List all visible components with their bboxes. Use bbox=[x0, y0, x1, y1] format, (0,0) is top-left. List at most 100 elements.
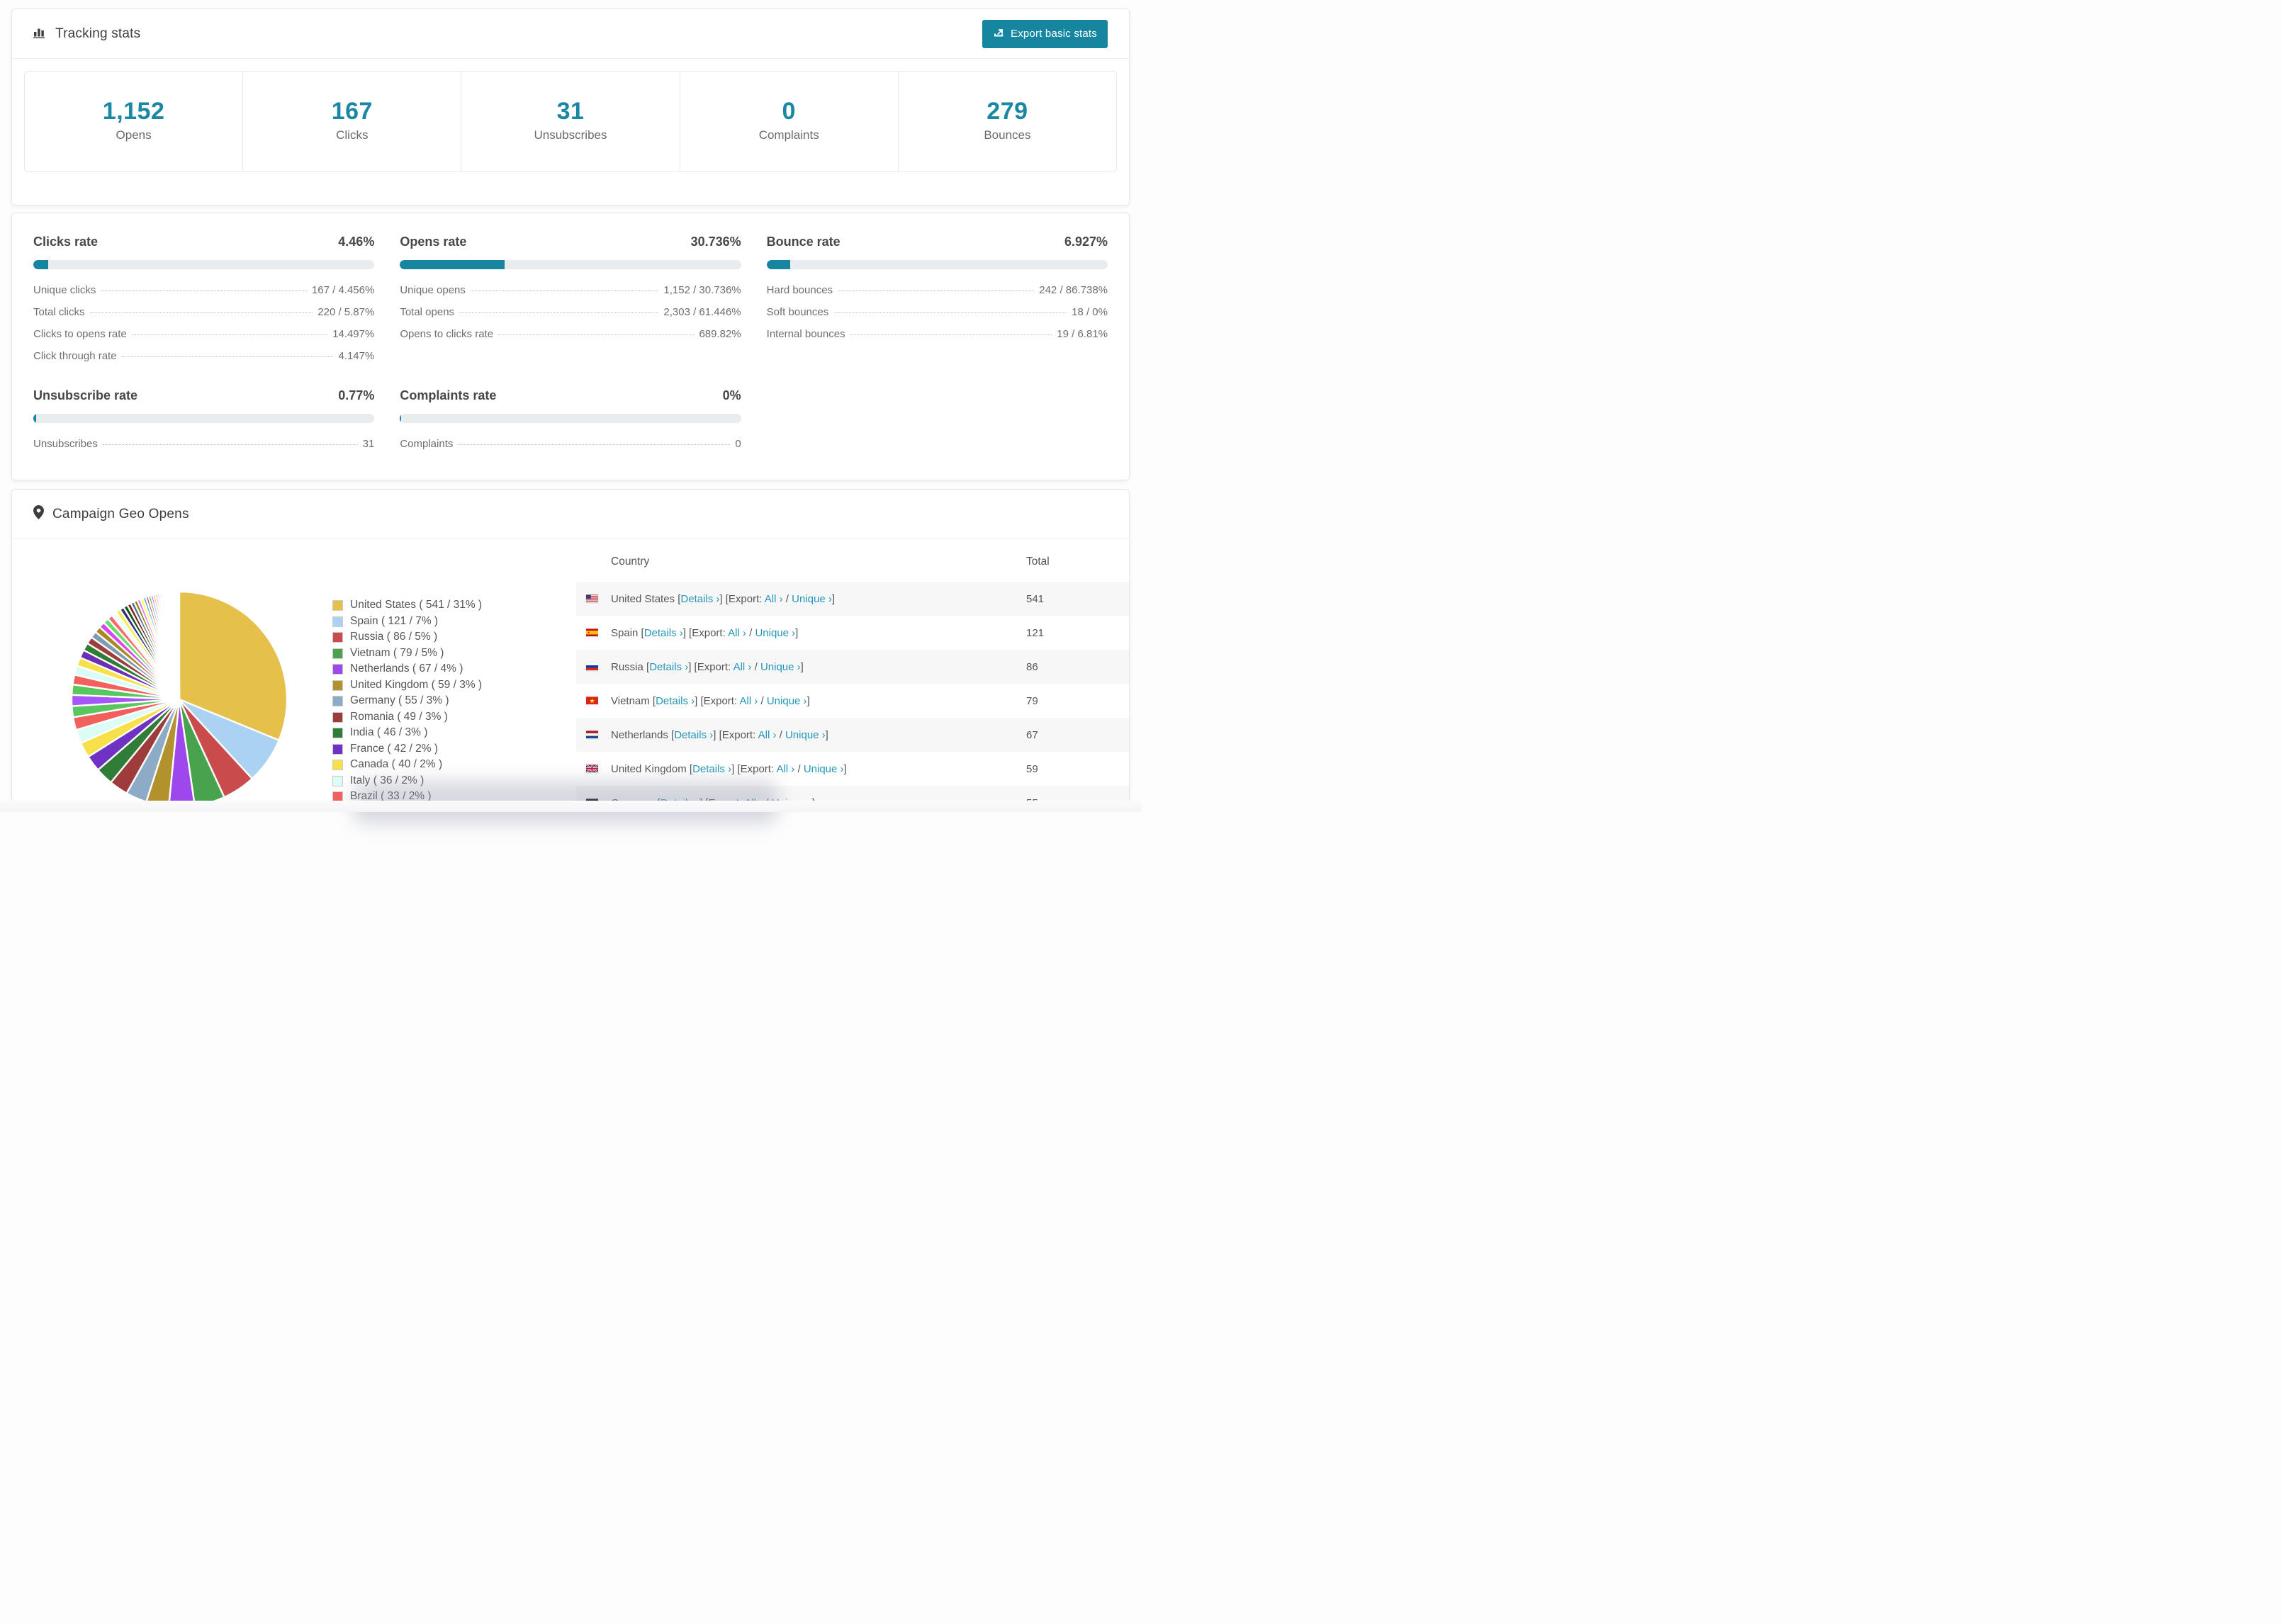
rate-value: 0.77% bbox=[338, 388, 375, 402]
page-title: Tracking stats bbox=[55, 26, 141, 41]
campaign-geo-opens-card: Campaign Geo Opens United States ( 541 /… bbox=[11, 489, 1130, 801]
details-link-gb[interactable]: Details › bbox=[692, 763, 731, 775]
export-unique-link-ru[interactable]: Unique › bbox=[760, 661, 801, 673]
rate-progress-bar bbox=[766, 260, 1108, 269]
legend-label: France ( 42 / 2% ) bbox=[350, 742, 439, 755]
legend-swatch bbox=[332, 728, 343, 738]
country-cell-text: Russia [Details ›] [Export: All › / Uniq… bbox=[611, 660, 804, 673]
rate-row-value: 4.147% bbox=[338, 350, 375, 362]
rate-row-value: 14.497% bbox=[332, 328, 375, 340]
rate-progress-bar bbox=[400, 260, 741, 269]
legend-label: United States ( 541 / 31% ) bbox=[350, 599, 483, 611]
stat-box-complaints: 0 Complaints bbox=[679, 72, 898, 171]
export-icon bbox=[993, 27, 1004, 41]
rate-detail-row: Click through rate 4.147% bbox=[33, 350, 374, 363]
rate-progress-bar bbox=[33, 414, 375, 423]
legend-item-canada: Canada ( 40 / 2% ) bbox=[332, 759, 482, 770]
legend-label: Germany ( 55 / 3% ) bbox=[350, 694, 449, 706]
rate-detail-row: Total opens 2,303 / 61.446% bbox=[400, 306, 741, 319]
rate-row-label: Click through rate bbox=[33, 350, 117, 362]
legend-swatch bbox=[332, 791, 343, 801]
legend-item-italy: Italy ( 36 / 2% ) bbox=[332, 774, 482, 786]
stat-value: 1,152 bbox=[102, 98, 165, 125]
rate-detail-row: Total clicks 220 / 5.87% bbox=[33, 306, 374, 319]
export-all-link-gb[interactable]: All › bbox=[776, 763, 794, 775]
pie-chart-svg bbox=[70, 590, 288, 801]
stat-box-bounces: 279 Bounces bbox=[897, 72, 1116, 171]
ru-flag-icon bbox=[586, 662, 598, 671]
rate-title: Complaints rate bbox=[400, 388, 497, 402]
vn-flag-icon bbox=[586, 697, 598, 705]
legend-label: United Kingdom ( 59 / 3% ) bbox=[350, 678, 483, 691]
export-basic-stats-button[interactable]: Export basic stats bbox=[982, 19, 1108, 48]
country-cell-text: United Kingdom [Details ›] [Export: All … bbox=[611, 762, 847, 775]
rates-card: Clicks rate 4.46% Unique clicks 167 / 4.… bbox=[11, 213, 1130, 480]
rate-progress-bar bbox=[400, 414, 741, 423]
rate-row-label: Clicks to opens rate bbox=[33, 328, 127, 340]
es-flag-icon bbox=[586, 628, 598, 637]
rate-row-label: Unique opens bbox=[400, 284, 466, 296]
export-unique-link-vn[interactable]: Unique › bbox=[767, 695, 807, 707]
table-row-netherlands: Netherlands [Details ›] [Export: All › /… bbox=[576, 718, 1129, 752]
country-cell-text: United States [Details ›] [Export: All ›… bbox=[611, 592, 836, 605]
export-unique-link-es[interactable]: Unique › bbox=[755, 627, 795, 639]
geo-pie-chart bbox=[69, 589, 290, 801]
gb-flag-icon bbox=[586, 765, 598, 773]
rate-row-value: 1,152 / 30.736% bbox=[663, 284, 741, 296]
country-cell-text: Spain [Details ›] [Export: All › / Uniqu… bbox=[611, 626, 799, 639]
legend-label: Russia ( 86 / 5% ) bbox=[350, 631, 438, 643]
export-all-link-es[interactable]: All › bbox=[728, 627, 746, 639]
export-unique-link-gb[interactable]: Unique › bbox=[804, 763, 844, 775]
rate-title: Opens rate bbox=[400, 235, 467, 249]
export-unique-link-us[interactable]: Unique › bbox=[792, 593, 832, 605]
us-flag-icon bbox=[586, 594, 598, 603]
rate-row-value: 689.82% bbox=[699, 328, 741, 340]
export-all-link-us[interactable]: All › bbox=[765, 593, 783, 605]
rate-row-value: 18 / 0% bbox=[1072, 306, 1108, 318]
total-cell: 121 bbox=[1026, 626, 1045, 639]
details-link-us[interactable]: Details › bbox=[680, 593, 719, 605]
legend-item-romania: Romania ( 49 / 3% ) bbox=[332, 711, 482, 723]
table-row-russia: Russia [Details ›] [Export: All › / Uniq… bbox=[576, 650, 1129, 684]
rate-detail-row: Complaints 0 bbox=[400, 438, 741, 451]
country-column-header: Country bbox=[611, 556, 650, 568]
export-all-link-ru[interactable]: All › bbox=[734, 661, 752, 673]
total-cell: 79 bbox=[1026, 694, 1038, 707]
export-unique-link-nl[interactable]: Unique › bbox=[785, 729, 826, 741]
legend-item-russia: Russia ( 86 / 5% ) bbox=[332, 631, 482, 643]
export-all-link-nl[interactable]: All › bbox=[758, 729, 777, 741]
details-link-nl[interactable]: Details › bbox=[674, 729, 713, 741]
tracking-stats-header: Tracking stats Export basic stats bbox=[12, 9, 1129, 59]
legend-swatch bbox=[332, 632, 343, 643]
rate-row-value: 19 / 6.81% bbox=[1057, 328, 1108, 340]
legend-label: Spain ( 121 / 7% ) bbox=[350, 614, 439, 627]
rate-value: 6.927% bbox=[1064, 235, 1108, 249]
rate-section-bounce-rate: Bounce rate 6.927% Hard bounces 242 / 86… bbox=[766, 235, 1108, 363]
geo-table: Country Total United States [Details ›] … bbox=[576, 542, 1129, 801]
stat-label: Opens bbox=[116, 128, 152, 142]
details-link-ru[interactable]: Details › bbox=[649, 661, 688, 673]
legend-label: Netherlands ( 67 / 4% ) bbox=[350, 662, 463, 675]
rate-detail-row: Unsubscribes 31 bbox=[33, 438, 374, 451]
country-cell-text: Netherlands [Details ›] [Export: All › /… bbox=[611, 728, 828, 741]
details-link-es[interactable]: Details › bbox=[644, 627, 683, 639]
rate-value: 4.46% bbox=[338, 235, 375, 249]
legend-swatch bbox=[332, 600, 343, 611]
rate-row-label: Hard bounces bbox=[766, 284, 833, 296]
stat-value: 0 bbox=[782, 98, 796, 125]
export-all-link-vn[interactable]: All › bbox=[739, 695, 758, 707]
legend-item-france: France ( 42 / 2% ) bbox=[332, 742, 482, 755]
legend-label: Brazil ( 33 / 2% ) bbox=[350, 790, 432, 801]
rate-value: 0% bbox=[722, 388, 741, 402]
stat-label: Bounces bbox=[984, 128, 1031, 142]
rate-title: Bounce rate bbox=[766, 235, 841, 249]
rates-grid: Clicks rate 4.46% Unique clicks 167 / 4.… bbox=[12, 213, 1129, 451]
legend-swatch bbox=[332, 648, 343, 659]
nl-flag-icon bbox=[586, 731, 598, 739]
rate-row-label: Soft bounces bbox=[766, 306, 829, 318]
details-link-vn[interactable]: Details › bbox=[656, 695, 695, 707]
rate-title: Clicks rate bbox=[33, 235, 99, 249]
dotted-leader bbox=[458, 444, 731, 445]
table-row-spain: Spain [Details ›] [Export: All › / Uniqu… bbox=[576, 616, 1129, 650]
total-cell: 67 bbox=[1026, 728, 1038, 741]
